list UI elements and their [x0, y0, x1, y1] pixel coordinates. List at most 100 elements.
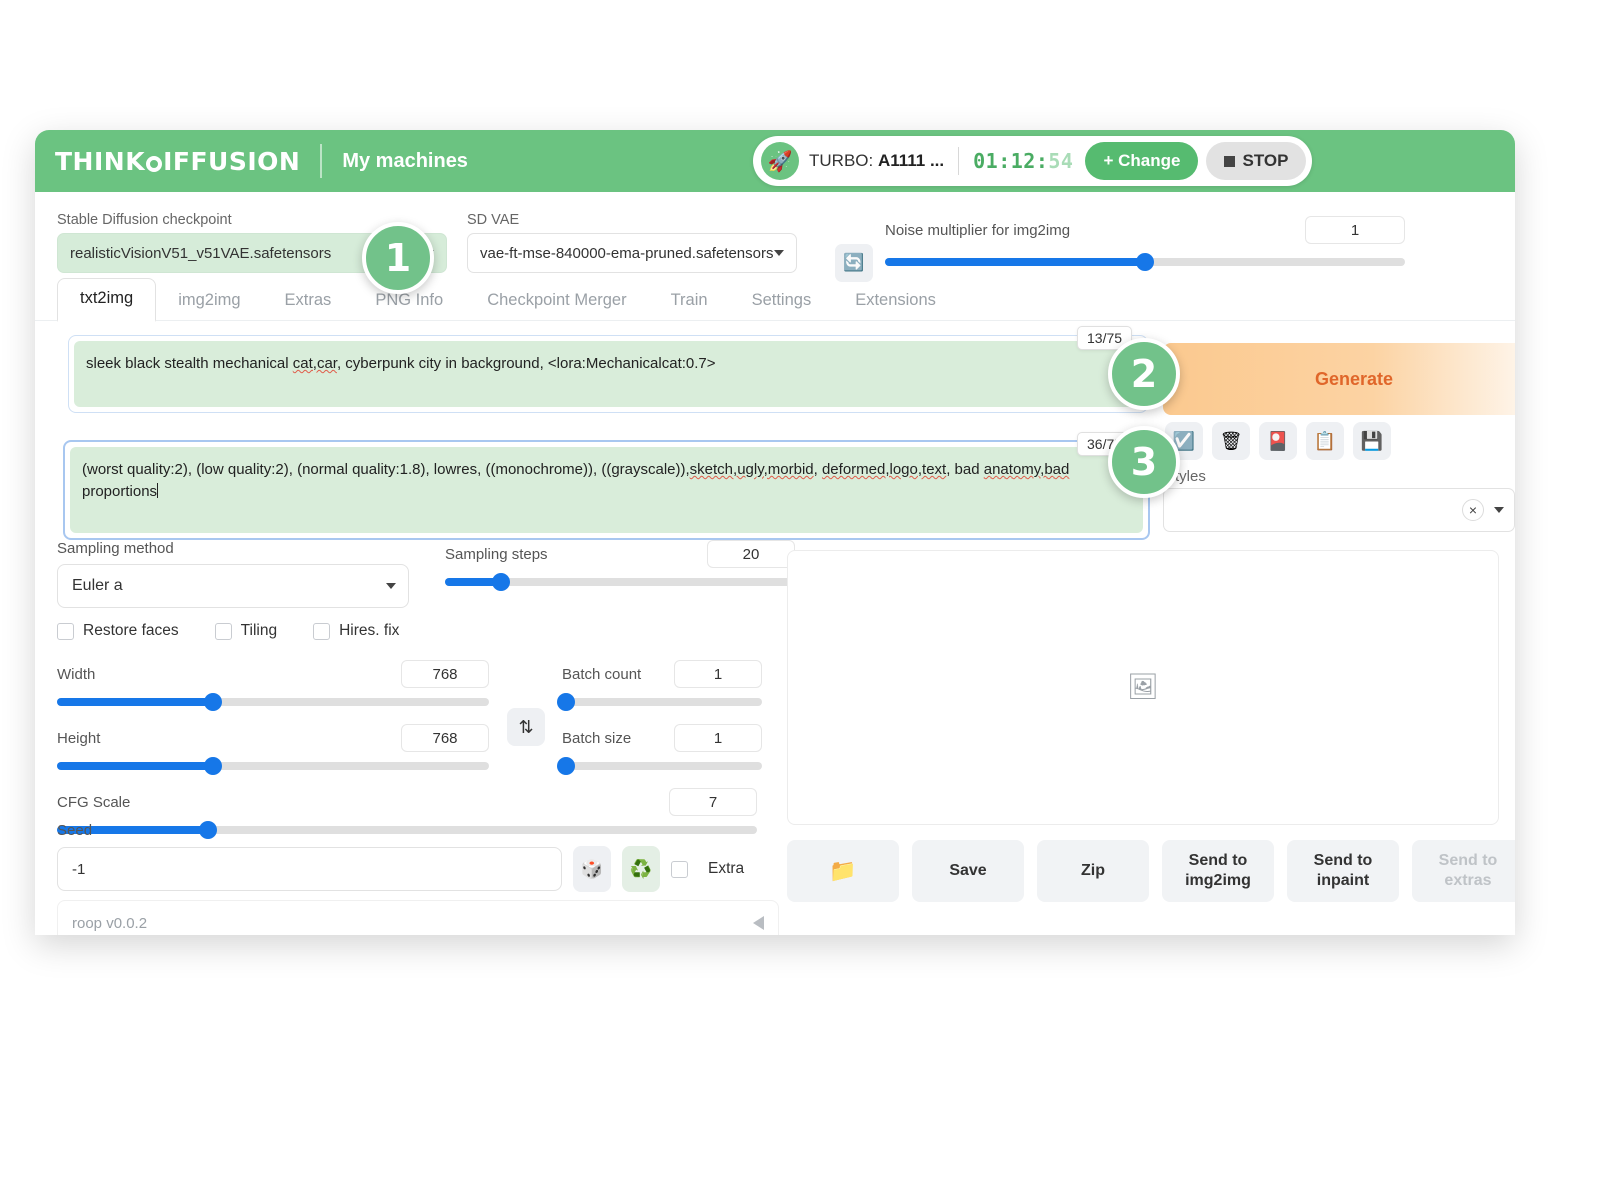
- batch-size-slider-knob[interactable]: [557, 757, 575, 775]
- clipboard-glyph: 📋: [1313, 430, 1337, 451]
- open-folder-button[interactable]: 📁: [787, 840, 899, 902]
- negative-prompt-text[interactable]: (worst quality:2), (low quality:2), (nor…: [70, 447, 1143, 533]
- height-label: Height: [57, 729, 101, 747]
- timer-main: 01:12:: [973, 149, 1049, 173]
- recycle-glyph: ♻️: [629, 858, 653, 879]
- height-slider-knob[interactable]: [203, 757, 222, 775]
- batch-column: Batch count 1 Batch size 1: [557, 660, 762, 780]
- chevron-down-icon: [386, 583, 396, 589]
- my-machines-link[interactable]: My machines: [342, 150, 468, 173]
- prompt-tools-row: ☑️ 🗑 🎴 📋 💾: [1165, 422, 1391, 460]
- tab-train[interactable]: Train: [649, 281, 730, 322]
- session-timer: 01:12:54: [973, 149, 1073, 173]
- width-slider-knob[interactable]: [203, 693, 222, 711]
- batch-count-input[interactable]: 1: [674, 660, 762, 688]
- recycle-icon[interactable]: ♻️: [622, 846, 660, 892]
- send-to-inpaint-button[interactable]: Send to inpaint: [1287, 840, 1399, 902]
- logo-think-text: THINK: [55, 146, 146, 176]
- noise-slider[interactable]: [885, 253, 1405, 271]
- dice-glyph: 🎲: [580, 858, 604, 879]
- width-slider[interactable]: [57, 693, 489, 711]
- batch-size-slider[interactable]: [557, 757, 762, 775]
- restore-faces-label[interactable]: Restore faces: [83, 622, 179, 640]
- floppy-save-icon[interactable]: 💾: [1353, 422, 1391, 460]
- stop-machine-button[interactable]: STOP: [1206, 142, 1307, 180]
- batch-count-slider-knob[interactable]: [557, 693, 575, 711]
- restore-faces-checkbox[interactable]: [57, 622, 74, 640]
- change-label: + Change: [1103, 151, 1181, 170]
- cfg-input[interactable]: 7: [669, 788, 757, 816]
- machine-label: TURBO: A1111 ...: [809, 151, 944, 171]
- generate-button[interactable]: Generate: [1163, 343, 1515, 415]
- vae-value: vae-ft-mse-840000-ema-pruned.safetensors: [480, 244, 774, 262]
- tiling-label[interactable]: Tiling: [241, 622, 277, 640]
- styles-select[interactable]: ×: [1163, 488, 1515, 532]
- sampling-method-select[interactable]: Euler a: [57, 564, 409, 608]
- tab-txt2img[interactable]: txt2img: [57, 278, 157, 322]
- seed-row: -1 🎲 ♻️ Extra: [57, 846, 797, 892]
- zip-button[interactable]: Zip: [1037, 840, 1149, 902]
- height-header: Height 768: [57, 724, 489, 752]
- extra-checkbox[interactable]: [671, 860, 688, 878]
- clear-styles-icon[interactable]: ×: [1462, 499, 1484, 521]
- sampling-steps-label: Sampling steps: [445, 545, 548, 563]
- checkpoint-value: realisticVisionV51_v51VAE.safetensors: [70, 244, 332, 262]
- hires-fix-checkbox[interactable]: [313, 622, 331, 640]
- model-selection-row: Stable Diffusion checkpoint realisticVis…: [35, 192, 1515, 282]
- noise-value-input[interactable]: 1: [1305, 216, 1405, 244]
- positive-prompt-text[interactable]: sleek black stealth mechanical cat,car, …: [74, 341, 1142, 407]
- negative-prompt-misspelled-2: deformed,logo,text: [821, 461, 947, 478]
- sampling-steps-input[interactable]: 20: [707, 540, 795, 568]
- negative-prompt-box[interactable]: (worst quality:2), (low quality:2), (nor…: [63, 440, 1150, 540]
- negative-prompt-end: proportions: [82, 482, 158, 500]
- sampling-steps-field: Sampling steps 20: [445, 540, 795, 591]
- clipboard-icon[interactable]: 📋: [1306, 422, 1344, 460]
- output-preview-panel: 🖼: [787, 550, 1499, 825]
- floppy-glyph: 💾: [1360, 430, 1384, 451]
- tab-extensions[interactable]: Extensions: [833, 281, 958, 322]
- machine-tier: TURBO:: [809, 151, 878, 170]
- swap-dimensions-button[interactable]: ⇅: [507, 708, 545, 746]
- tiling-checkbox[interactable]: [214, 622, 232, 640]
- chevron-down-icon[interactable]: [1494, 507, 1504, 513]
- change-machine-button[interactable]: + Change: [1085, 142, 1199, 180]
- sampling-steps-slider-knob[interactable]: [492, 573, 510, 591]
- send-to-img2img-button[interactable]: Send to img2img: [1162, 840, 1274, 902]
- rocket-icon: 🚀: [761, 142, 799, 180]
- collapse-arrow-icon[interactable]: [753, 916, 764, 930]
- logo-dot-icon: [146, 155, 163, 172]
- extra-label[interactable]: Extra: [708, 860, 744, 878]
- batch-count-slider[interactable]: [557, 693, 762, 711]
- generation-params-panel: Sampling method Euler a Sampling steps 2…: [57, 540, 797, 840]
- card-pink-icon[interactable]: 🎴: [1259, 422, 1297, 460]
- brand-divider: [320, 144, 323, 178]
- roop-accordion[interactable]: roop v0.0.2: [57, 900, 779, 935]
- save-button[interactable]: Save: [912, 840, 1024, 902]
- trash-icon[interactable]: 🗑: [1212, 422, 1250, 460]
- tab-checkpoint-merger[interactable]: Checkpoint Merger: [465, 281, 648, 322]
- height-slider[interactable]: [57, 757, 489, 775]
- swap-icon: ⇅: [518, 716, 534, 737]
- width-input[interactable]: 768: [401, 660, 489, 688]
- send-to-extras-button[interactable]: Send to extras: [1412, 840, 1515, 902]
- trash-glyph: 🗑: [1219, 430, 1243, 451]
- tab-img2img[interactable]: img2img: [156, 281, 262, 322]
- toggles-row: Restore faces Tiling Hires. fix: [57, 622, 797, 640]
- tab-settings[interactable]: Settings: [730, 281, 834, 322]
- dice-icon[interactable]: 🎲: [573, 846, 611, 892]
- seed-input[interactable]: -1: [57, 847, 562, 891]
- size-column: Width 768 Height 768 CFG Scale 7: [57, 660, 757, 844]
- logo-diffusion-text: IFFUSION: [163, 146, 301, 176]
- tab-extras[interactable]: Extras: [263, 281, 354, 322]
- step-badge-2: 2: [1108, 338, 1180, 410]
- seed-label: Seed: [57, 822, 93, 839]
- hires-fix-label[interactable]: Hires. fix: [339, 622, 399, 640]
- positive-prompt-box[interactable]: sleek black stealth mechanical cat,car, …: [68, 335, 1148, 413]
- height-field: Height 768: [57, 724, 489, 775]
- sampling-steps-slider[interactable]: [445, 573, 795, 591]
- height-input[interactable]: 768: [401, 724, 489, 752]
- refresh-models-button[interactable]: 🔄: [835, 244, 873, 282]
- batch-size-input[interactable]: 1: [674, 724, 762, 752]
- vae-select[interactable]: vae-ft-mse-840000-ema-pruned.safetensors: [467, 233, 797, 273]
- noise-slider-knob[interactable]: [1136, 253, 1154, 271]
